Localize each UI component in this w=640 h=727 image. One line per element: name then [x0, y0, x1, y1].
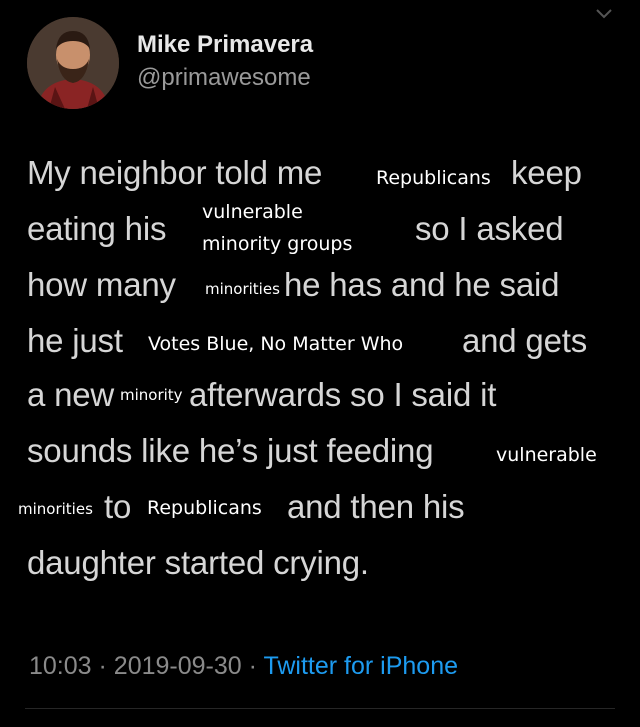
edited-word: vulnerable — [496, 444, 597, 467]
tweet-text: My neighbor told me — [27, 154, 323, 191]
meta-separator: · — [98, 652, 107, 680]
edited-word: Votes Blue, No Matter Who — [148, 333, 404, 356]
tweet-text: sounds like he’s just feeding — [27, 432, 434, 469]
tweet-text: he just — [27, 322, 123, 359]
divider — [25, 708, 615, 709]
tweet-source-link[interactable]: Twitter for iPhone — [263, 652, 458, 680]
tweet-text: afterwards so I said it — [189, 376, 497, 413]
tweet-text: to — [104, 488, 132, 525]
profile-photo — [27, 17, 119, 109]
chevron-down-icon[interactable] — [593, 6, 615, 22]
tweet-text: keep — [511, 154, 582, 191]
tweet-text: he has and he said — [284, 266, 560, 303]
edited-word: Republicans — [147, 497, 262, 520]
edited-word: Republicans — [376, 167, 491, 190]
tweet-text: so I asked — [415, 210, 564, 247]
edited-word: vulnerable — [202, 201, 303, 224]
avatar[interactable] — [27, 17, 119, 109]
tweet-date[interactable]: 2019-09-30 — [114, 652, 242, 680]
tweet-text: and then his — [287, 488, 465, 525]
tweet-card: Mike Primavera @primawesome My neighbor … — [0, 0, 640, 727]
author-name[interactable]: Mike Primavera — [137, 31, 313, 59]
edited-word: minority groups — [202, 233, 353, 256]
tweet-text: and gets — [462, 322, 588, 359]
edited-word: minorities — [205, 280, 280, 299]
tweet-time[interactable]: 10:03 — [29, 652, 92, 680]
tweet-text: how many — [27, 266, 176, 303]
edited-word: minority — [120, 386, 183, 405]
meta-separator: · — [248, 652, 257, 680]
tweet-text: eating his — [27, 210, 167, 247]
edited-word: minorities — [18, 500, 93, 519]
tweet-text: a new — [27, 376, 115, 413]
author-handle[interactable]: @primawesome — [137, 64, 311, 92]
tweet-meta: 10:03 · 2019-09-30 · Twitter for iPhone — [29, 652, 458, 681]
tweet-text: daughter started crying. — [27, 544, 369, 581]
